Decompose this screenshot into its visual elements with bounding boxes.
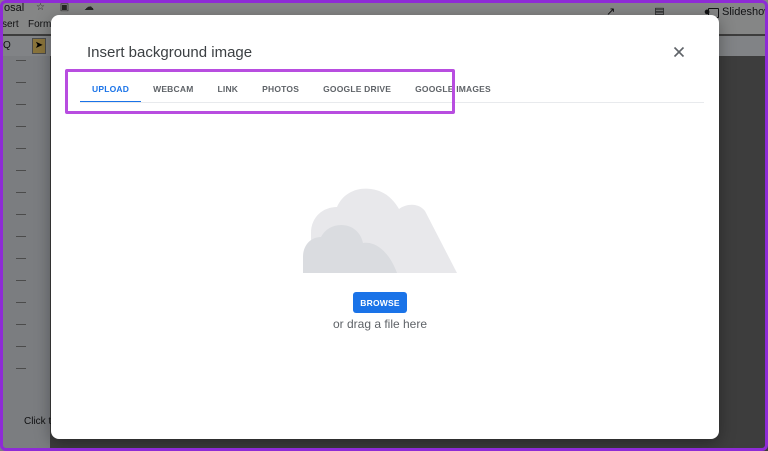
background-speaker-notes: Click t <box>24 416 52 427</box>
slideshow-button: Slideshow <box>722 6 768 18</box>
background-ruler <box>16 60 26 390</box>
drag-drop-hint: or drag a file here <box>332 317 428 331</box>
insert-background-dialog: Insert background image UPLOAD WEBCAM LI… <box>51 15 719 439</box>
cloud-illustration <box>303 188 457 273</box>
tab-bar: UPLOAD WEBCAM LINK PHOTOS GOOGLE DRIVE G… <box>80 77 503 103</box>
tab-link[interactable]: LINK <box>205 77 250 102</box>
tab-google-drive[interactable]: GOOGLE DRIVE <box>311 77 403 102</box>
tab-upload[interactable]: UPLOAD <box>80 77 142 103</box>
background-menu-insert: sert <box>2 19 19 30</box>
browse-button[interactable]: BROWSE <box>353 292 407 313</box>
cursor-tool-icon: ➤ <box>32 38 46 54</box>
tab-google-images[interactable]: GOOGLE IMAGES <box>403 77 503 102</box>
dialog-title: Insert background image <box>87 44 253 61</box>
background-doc-title: osal <box>4 2 25 14</box>
background-title-icons: ☆ ▣ ☁ <box>36 2 100 13</box>
background-menu-format: Form <box>28 19 52 30</box>
close-button[interactable] <box>669 42 689 62</box>
close-icon <box>673 46 685 58</box>
zoom-icon: Q <box>3 40 11 51</box>
tab-photos[interactable]: PHOTOS <box>250 77 311 102</box>
tab-webcam[interactable]: WEBCAM <box>141 77 205 102</box>
tab-divider <box>80 102 704 103</box>
